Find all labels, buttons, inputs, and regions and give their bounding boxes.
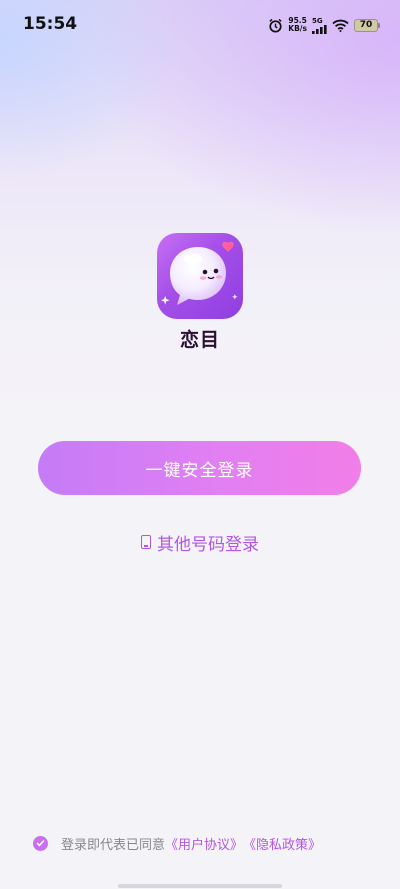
- app-name: 恋目: [179, 329, 220, 351]
- status-bar: 15:54 95.5 KB/s 5G 70: [0, 0, 400, 48]
- home-indicator[interactable]: [118, 884, 282, 888]
- agreement-checkbox[interactable]: [33, 835, 48, 851]
- status-time: 15:54: [23, 14, 78, 34]
- agreement-row: 登录即代表已同意 《用户协议》 《隐私政策》: [33, 832, 321, 854]
- other-phone-label: 其他号码登录: [157, 534, 259, 555]
- speed-unit: KB/s: [288, 24, 307, 33]
- signal-group: 5G: [312, 17, 327, 34]
- network-type: 5G: [312, 16, 323, 25]
- status-icons: 95.5 KB/s 5G 70: [268, 15, 380, 35]
- agreement-prefix: 登录即代表已同意: [61, 837, 166, 853]
- other-phone-login-button[interactable]: 其他号码登录: [0, 528, 400, 556]
- privacy-policy-link[interactable]: 《隐私政策》: [243, 834, 321, 853]
- wifi-icon: [332, 19, 349, 32]
- alarm-icon: [269, 18, 282, 33]
- phone-icon: [141, 535, 151, 549]
- network-speed: 95.5 KB/s: [288, 17, 307, 33]
- one-click-login-button[interactable]: 一键安全登录: [38, 441, 361, 495]
- app-logo: [157, 233, 243, 319]
- ghost-chat-bubble-icon: [161, 241, 238, 305]
- user-agreement-link[interactable]: 《用户协议》: [165, 834, 243, 853]
- battery-icon: 70: [354, 18, 380, 32]
- signal-icon: [312, 24, 327, 34]
- checkmark-icon: [36, 839, 45, 847]
